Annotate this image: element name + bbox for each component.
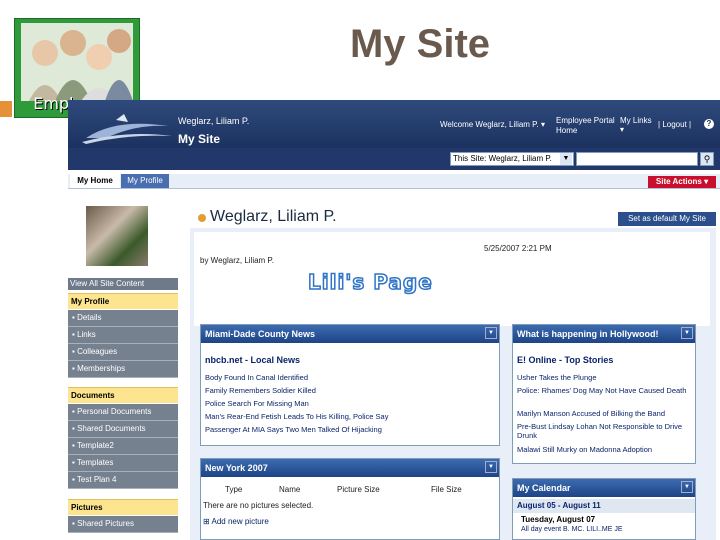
chevron-down-icon[interactable]: ▼ <box>681 327 693 339</box>
calendar-range: August 05 - August 11 <box>513 499 695 513</box>
news-link[interactable]: Usher Takes the Plunge <box>517 373 597 382</box>
link-home[interactable]: Home <box>556 126 615 136</box>
webpart-new-york-2007: New York 2007 ▼ Type Name Picture Size F… <box>200 458 500 540</box>
employees-photo-icon <box>21 23 133 101</box>
search-icon[interactable]: ⚲ <box>700 152 714 166</box>
search-scope-select[interactable]: This Site: Weglarz, Liliam P. <box>450 152 574 166</box>
plus-icon: ⊞ <box>203 517 210 526</box>
news-link[interactable]: Police: Rhames' Dog May Not Have Caused … <box>517 386 693 395</box>
sharepoint-window: Weglarz, Liliam P. My Site Welcome Wegla… <box>68 100 720 540</box>
ship-logo-icon <box>82 114 172 144</box>
nav-item-templates[interactable]: ▪ Templates <box>68 455 178 472</box>
nav-heading-pictures[interactable]: Pictures <box>68 499 178 515</box>
tab-my-home[interactable]: My Home <box>70 174 120 188</box>
nav-item-shared-pictures[interactable]: ▪ Shared Pictures <box>68 516 178 533</box>
nav-heading-documents[interactable]: Documents <box>68 387 178 403</box>
nav-item-memberships[interactable]: ▪ Memberships <box>68 361 178 378</box>
nav-item-template2[interactable]: ▪ Template2 <box>68 438 178 455</box>
news-link[interactable]: Man's Rear-End Fetish Leads To His Killi… <box>205 412 388 421</box>
nav-heading-my-profile[interactable]: My Profile <box>68 293 178 309</box>
nav-item-shared-documents[interactable]: ▪ Shared Documents <box>68 421 178 438</box>
logout-link[interactable]: | Logout | <box>658 120 691 129</box>
page-header-panel <box>194 232 710 326</box>
calendar-event[interactable]: All day event B. MC. LILI..ME JE <box>521 526 623 533</box>
column-header-name[interactable]: Name <box>279 485 300 494</box>
empty-message: There are no pictures selected. <box>203 501 314 510</box>
webpart-title: What is happening in Hollywood! <box>513 325 695 343</box>
top-links: Employee Portal Home <box>556 116 615 136</box>
accent-bar <box>0 101 12 117</box>
webpart-miami-news: Miami-Dade County News ▼ nbcb.net - Loca… <box>200 324 500 446</box>
profile-photo <box>86 206 148 266</box>
news-link[interactable]: Body Found In Canal Identified <box>205 373 308 382</box>
webpart-title: New York 2007 <box>201 459 499 477</box>
chevron-down-icon[interactable]: ▼ <box>560 153 572 165</box>
view-all-site-content-link[interactable]: View All Site Content <box>68 278 178 290</box>
my-links-label: My Links <box>620 116 652 125</box>
webpart-title: My Calendar <box>513 479 695 497</box>
chevron-down-icon: ▾ <box>540 120 545 129</box>
webpart-hollywood-news: What is happening in Hollywood! ▼ E! Onl… <box>512 324 696 464</box>
news-link[interactable]: Marilyn Manson Accused of Bilking the Ba… <box>517 409 665 418</box>
logout-label: Logout <box>662 120 687 129</box>
add-new-picture-link[interactable]: ⊞ Add new picture <box>203 517 269 526</box>
date-stamp: 5/25/2007 2:21 PM <box>484 244 552 253</box>
search-input[interactable] <box>576 152 698 166</box>
set-default-my-site-button[interactable]: Set as default My Site <box>618 212 716 226</box>
welcome-text: Welcome Weglarz, Liliam P. <box>440 120 539 129</box>
column-header-file-size[interactable]: File Size <box>431 485 462 494</box>
feed-source[interactable]: E! Online - Top Stories <box>517 355 613 365</box>
chevron-down-icon[interactable]: ▼ <box>485 461 497 473</box>
tab-my-profile[interactable]: My Profile <box>121 174 169 188</box>
welcome-menu[interactable]: Welcome Weglarz, Liliam P. ▾ <box>440 120 545 129</box>
my-links-menu[interactable]: My Links ▾ <box>620 116 652 134</box>
page-icon <box>198 214 206 222</box>
page-title: Weglarz, Liliam P. <box>210 208 337 225</box>
news-link[interactable]: Family Remembers Soldier Killed <box>205 386 316 395</box>
webpart-my-calendar: My Calendar ▼ August 05 - August 11 Tues… <box>512 478 696 540</box>
webpart-title: Miami-Dade County News <box>201 325 499 343</box>
slide-title: My Site <box>349 22 491 66</box>
nav-item-links[interactable]: ▪ Links <box>68 327 178 344</box>
user-name: Weglarz, Liliam P. <box>178 116 250 126</box>
nav-item-details[interactable]: ▪ Details <box>68 310 178 327</box>
column-header-type[interactable]: Type <box>225 485 242 494</box>
feed-source[interactable]: nbcb.net - Local News <box>205 355 300 365</box>
news-link[interactable]: Passenger At MIA Says Two Men Talked Of … <box>205 425 382 434</box>
news-link[interactable]: Malawi Still Murky on Madonna Adoption <box>517 445 652 454</box>
help-icon[interactable]: ? <box>704 119 714 129</box>
byline: by Weglarz, Liliam P. <box>200 256 274 265</box>
site-name[interactable]: My Site <box>178 132 220 146</box>
chevron-down-icon[interactable]: ▼ <box>485 327 497 339</box>
news-link[interactable]: Pre-Bust Lindsay Lohan Not Responsible t… <box>517 422 693 440</box>
nav-item-personal-documents[interactable]: ▪ Personal Documents <box>68 404 178 421</box>
chevron-down-icon: ▾ <box>620 125 625 134</box>
site-actions-button[interactable]: Site Actions ▾ <box>648 176 716 188</box>
calendar-day: Tuesday, August 07 <box>521 515 596 524</box>
news-link[interactable]: Police Search For Missing Man <box>205 399 309 408</box>
link-employee-portal[interactable]: Employee Portal <box>556 116 615 126</box>
nav-item-colleagues[interactable]: ▪ Colleagues <box>68 344 178 361</box>
nav-item-test-plan-4[interactable]: ▪ Test Plan 4 <box>68 472 178 489</box>
chevron-down-icon[interactable]: ▼ <box>681 481 693 493</box>
column-header-picture-size[interactable]: Picture Size <box>337 485 380 494</box>
page-banner: Lili's Page <box>307 269 433 295</box>
